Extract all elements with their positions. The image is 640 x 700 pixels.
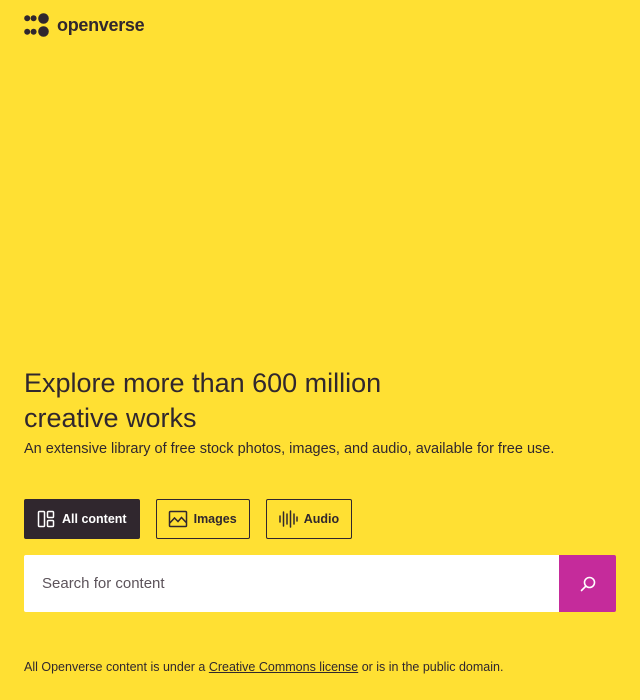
all-content-button[interactable]: All content [24, 499, 140, 539]
site-header: openverse [24, 12, 145, 38]
search-button[interactable] [559, 555, 616, 612]
logo-text[interactable]: openverse [57, 12, 145, 38]
all-content-label: All content [62, 512, 127, 526]
audio-button[interactable]: Audio [265, 499, 353, 539]
images-button[interactable]: Images [155, 499, 250, 539]
hero-section: Explore more than 600 million creative w… [24, 366, 616, 459]
license-note: All Openverse content is under a Creativ… [24, 659, 503, 676]
audio-icon [278, 510, 298, 528]
all-content-icon [37, 510, 55, 528]
openverse-logo-icon[interactable] [24, 13, 50, 37]
license-text-after: or is in the public domain. [361, 660, 504, 674]
audio-label: Audio [303, 512, 340, 526]
search-form [24, 555, 616, 612]
content-type-selector: All content Images Audio [24, 499, 353, 539]
creative-commons-link[interactable]: Creative Commons license [209, 660, 358, 674]
image-icon [168, 510, 187, 528]
page-description: An extensive library of free stock photo… [24, 441, 555, 457]
search-icon [580, 576, 595, 591]
search-input[interactable] [24, 555, 559, 612]
license-text-before: All Openverse content is under a [24, 660, 206, 674]
images-label: Images [193, 512, 237, 526]
page-title: Explore more than 600 million creative w… [24, 368, 382, 433]
